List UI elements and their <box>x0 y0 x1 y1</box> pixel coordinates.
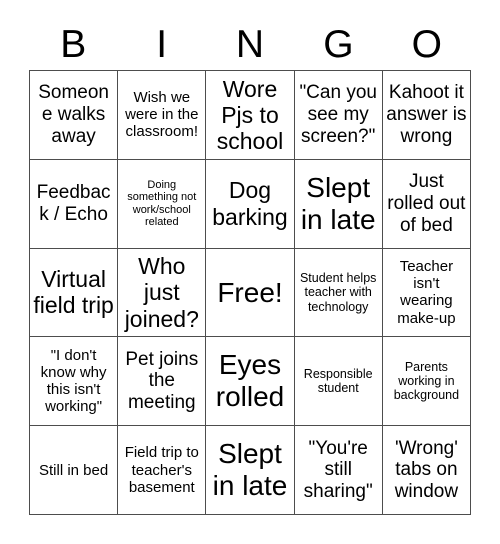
bingo-cell-text: Dog barking <box>212 177 288 230</box>
bingo-cell-text: "Can you see my screen?" <box>299 82 377 147</box>
bingo-cell-text: Wore Pjs to school <box>216 75 284 154</box>
bingo-cell[interactable]: Who just joined? <box>118 248 207 338</box>
bingo-cell-text: Feedback / Echo <box>36 182 111 225</box>
bingo-cell[interactable]: Field trip to teacher's basement <box>118 426 207 515</box>
header-letter-n: N <box>235 22 265 66</box>
header-letter-o: O <box>411 22 442 66</box>
bingo-cell-text: Virtual field trip <box>33 266 114 319</box>
bingo-cell-text: Slept in late <box>300 171 376 235</box>
header-letter-i: I <box>156 22 168 66</box>
bingo-header-row: B I N G O <box>29 18 471 70</box>
bingo-cell[interactable]: Feedback / Echo <box>30 159 119 249</box>
bingo-cell-text: Free! <box>217 276 283 308</box>
bingo-cell-text: Teacher isn't wearing make-up <box>397 258 456 327</box>
bingo-cell[interactable]: Student helps teacher with technology <box>294 248 383 338</box>
bingo-cell[interactable]: Responsible student <box>294 337 383 427</box>
bingo-cell-text: Student helps teacher with technology <box>299 271 377 314</box>
bingo-cell-text: Pet joins the meeting <box>125 348 199 414</box>
bingo-cell[interactable]: 'Wrong' tabs on window <box>382 426 471 515</box>
bingo-cell-text: Who just joined? <box>124 253 199 332</box>
bingo-cell[interactable]: Kahoot it answer is wrong <box>382 71 471 160</box>
bingo-card: B I N G O Someone walks away Wish we wer… <box>0 0 500 544</box>
bingo-cell[interactable]: Teacher isn't wearing make-up <box>382 248 471 338</box>
bingo-cell-text: Just rolled out of bed <box>387 171 466 236</box>
bingo-cell[interactable]: Wore Pjs to school <box>206 71 295 160</box>
bingo-cell[interactable]: Parents working in background <box>382 337 471 427</box>
bingo-cell[interactable]: Someone walks away <box>30 71 119 160</box>
bingo-cell[interactable]: Virtual field trip <box>30 248 119 338</box>
bingo-cell[interactable]: Still in bed <box>30 426 119 515</box>
bingo-cell-text: Field trip to teacher's basement <box>124 444 199 496</box>
bingo-cell-text: Parents working in background <box>393 359 460 403</box>
bingo-cell-free-space[interactable]: Free! <box>206 248 295 338</box>
bingo-cell-text: Doing something not work/school related <box>127 178 197 229</box>
bingo-cell[interactable]: Pet joins the meeting <box>118 337 207 427</box>
bingo-cell[interactable]: Dog barking <box>206 159 295 249</box>
bingo-cell[interactable]: "I don't know why this isn't working" <box>30 337 119 427</box>
bingo-cell-text: Someone walks away <box>38 82 109 147</box>
bingo-cell-text: "I don't know why this isn't working" <box>40 347 107 416</box>
bingo-cell[interactable]: Just rolled out of bed <box>382 159 471 249</box>
bingo-cell-text: Eyes rolled <box>215 349 285 413</box>
bingo-cell[interactable]: Slept in late <box>294 159 383 249</box>
bingo-cell[interactable]: "Can you see my screen?" <box>294 71 383 160</box>
bingo-cell-text: Still in bed <box>38 461 109 479</box>
header-letter-g: G <box>323 22 354 66</box>
bingo-cell[interactable]: Wish we were in the classroom! <box>118 71 207 160</box>
bingo-cell-text: "You're still sharing" <box>303 437 373 502</box>
bingo-cell[interactable]: Eyes rolled <box>206 337 295 427</box>
bingo-cell[interactable]: Slept in late <box>206 426 295 515</box>
bingo-cell-text: Kahoot it answer is wrong <box>386 82 467 147</box>
bingo-cell-text: Wish we were in the classroom! <box>125 89 199 141</box>
bingo-grid: Someone walks away Wish we were in the c… <box>29 70 471 515</box>
bingo-cell[interactable]: "You're still sharing" <box>294 426 383 515</box>
bingo-cell-text: Responsible student <box>303 367 373 396</box>
bingo-cell-text: 'Wrong' tabs on window <box>394 437 459 502</box>
bingo-cell-text: Slept in late <box>212 438 288 502</box>
header-letter-b: B <box>60 22 87 66</box>
bingo-cell[interactable]: Doing something not work/school related <box>118 159 207 249</box>
